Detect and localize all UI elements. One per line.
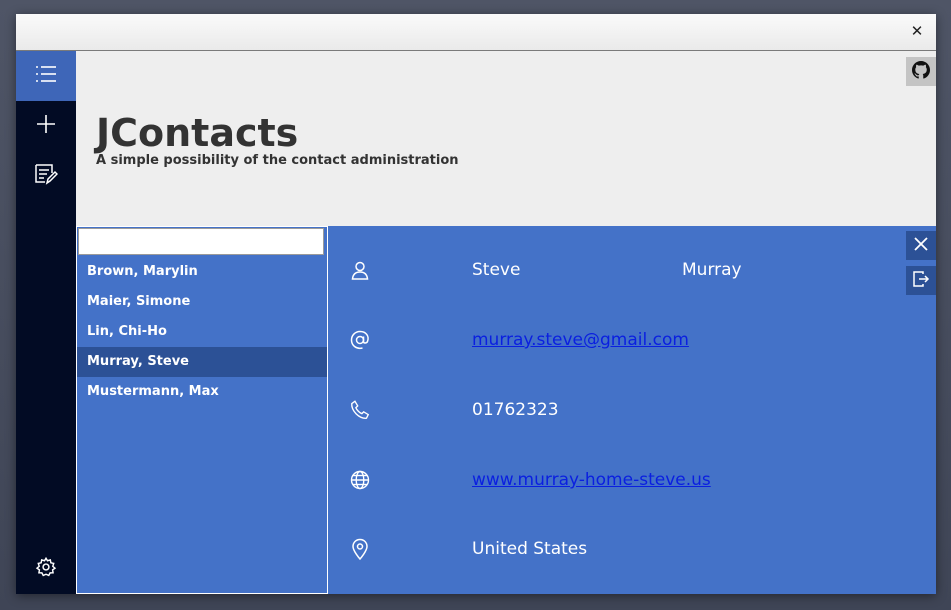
contact-list-item[interactable]: Mustermann, Max xyxy=(77,377,327,407)
globe-icon xyxy=(348,468,372,492)
contact-list-item-selected[interactable]: Murray, Steve xyxy=(77,347,327,377)
last-name-value: Murray xyxy=(682,260,742,280)
search-input[interactable] xyxy=(78,228,324,255)
email-link-text[interactable]: murray.steve@gmail.com xyxy=(472,330,689,350)
export-contact-button[interactable] xyxy=(906,266,936,295)
website-link[interactable]: www.murray-home-steve.us xyxy=(472,468,711,492)
github-button[interactable] xyxy=(906,57,936,86)
sidebar xyxy=(16,51,76,594)
app-window: ✕ JContacts A simple possibility of the … xyxy=(16,14,936,594)
country-value: United States xyxy=(472,539,588,559)
website-link-text[interactable]: www.murray-home-steve.us xyxy=(472,470,711,490)
email-icon xyxy=(348,328,372,352)
email-link[interactable]: murray.steve@gmail.com xyxy=(472,328,689,352)
sidebar-item-add-contact[interactable] xyxy=(16,101,76,151)
phone-icon xyxy=(348,398,372,422)
contact-detail-panel: Steve Murray murray.steve@gmail.com 0176… xyxy=(328,226,936,594)
first-name-value: Steve xyxy=(472,260,521,280)
contact-list-item[interactable]: Brown, Marylin xyxy=(77,257,327,287)
person-icon xyxy=(348,258,372,282)
contact-list-panel: Brown, Marylin Maier, Simone Lin, Chi-Ho… xyxy=(76,226,328,594)
plus-icon xyxy=(35,113,57,139)
window-close-button[interactable]: ✕ xyxy=(908,22,926,40)
gear-icon xyxy=(35,556,57,582)
settings-button[interactable] xyxy=(16,544,76,594)
list-icon xyxy=(35,64,57,88)
sidebar-item-contact-list[interactable] xyxy=(16,51,76,101)
export-icon xyxy=(912,270,930,292)
app-subtitle: A simple possibility of the contact admi… xyxy=(96,153,459,168)
sidebar-item-notes[interactable] xyxy=(16,151,76,201)
github-icon xyxy=(912,60,930,83)
close-detail-button[interactable] xyxy=(906,231,936,260)
app-title: JContacts xyxy=(96,111,299,155)
edit-note-icon xyxy=(34,163,59,189)
contact-list-item[interactable]: Lin, Chi-Ho xyxy=(77,317,327,347)
main-area: JContacts A simple possibility of the co… xyxy=(76,51,936,594)
contact-list-item[interactable]: Maier, Simone xyxy=(77,287,327,317)
title-bar[interactable]: ✕ xyxy=(16,14,936,51)
phone-value: 01762323 xyxy=(472,400,559,420)
location-pin-icon xyxy=(348,537,372,561)
close-icon xyxy=(913,236,929,256)
